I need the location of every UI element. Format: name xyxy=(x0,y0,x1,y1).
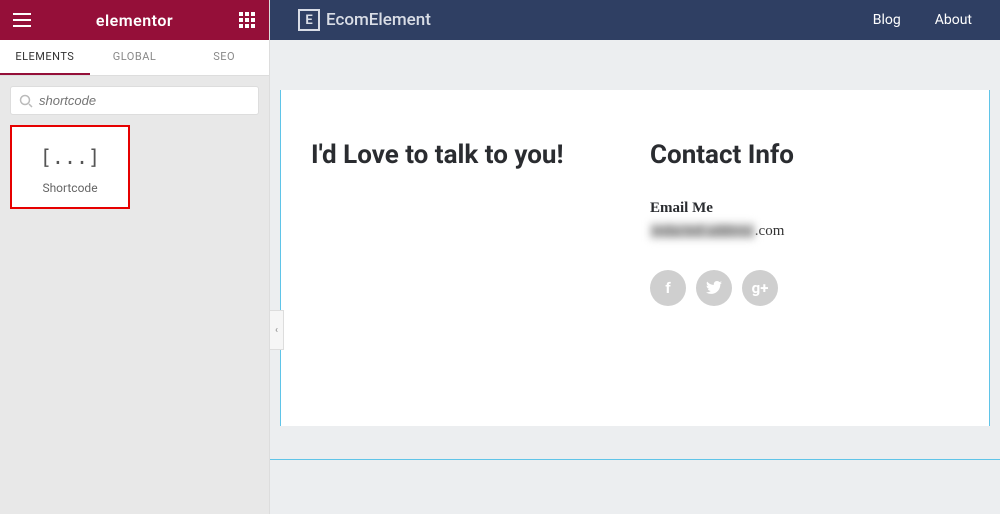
panel-collapse-handle[interactable]: ‹ xyxy=(270,310,284,350)
column-left[interactable]: I'd Love to talk to you! xyxy=(311,140,620,306)
email-redacted: redacted-address xyxy=(650,223,755,239)
email-suffix: .com xyxy=(755,223,785,239)
facebook-icon[interactable]: f xyxy=(650,270,686,306)
menu-icon[interactable] xyxy=(10,8,34,32)
twitter-icon[interactable] xyxy=(696,270,732,306)
tab-global[interactable]: GLOBAL xyxy=(90,40,180,75)
elementor-panel: elementor ELEMENTS GLOBAL SEO [...] xyxy=(0,0,270,514)
widget-label: Shortcode xyxy=(18,181,122,195)
right-heading: Contact Info xyxy=(650,140,959,170)
tab-seo[interactable]: SEO xyxy=(179,40,269,75)
search-icon xyxy=(19,94,33,108)
widget-list: [...] Shortcode xyxy=(0,125,269,209)
email-value: redacted-address.com xyxy=(650,223,959,240)
google-plus-icon[interactable]: g+ xyxy=(742,270,778,306)
tab-elements[interactable]: ELEMENTS xyxy=(0,40,90,75)
widget-shortcode[interactable]: [...] Shortcode xyxy=(10,125,130,209)
nav-about[interactable]: About xyxy=(935,12,972,28)
chevron-left-icon: ‹ xyxy=(275,325,278,336)
search-wrap xyxy=(0,76,269,125)
site-header: E EcomElement Blog About xyxy=(270,0,1000,40)
nav-blog[interactable]: Blog xyxy=(873,12,901,28)
panel-header: elementor xyxy=(0,0,269,40)
preview-area: E EcomElement Blog About I'd Love to tal… xyxy=(270,0,1000,514)
logo-mark-icon: E xyxy=(298,9,320,31)
social-links: f g+ xyxy=(650,270,959,306)
site-nav: Blog About xyxy=(873,12,972,28)
editable-section[interactable]: I'd Love to talk to you! Contact Info Em… xyxy=(280,90,990,426)
search-input[interactable] xyxy=(39,93,250,108)
section-outline-bottom xyxy=(270,459,1000,460)
search-box[interactable] xyxy=(10,86,259,115)
shortcode-icon: [...] xyxy=(18,145,122,169)
site-title: EcomElement xyxy=(326,10,431,30)
column-right[interactable]: Contact Info Email Me redacted-address.c… xyxy=(650,140,959,306)
left-heading: I'd Love to talk to you! xyxy=(311,140,620,170)
email-label: Email Me xyxy=(650,200,959,217)
panel-tabs: ELEMENTS GLOBAL SEO xyxy=(0,40,269,76)
apps-grid-icon[interactable] xyxy=(235,8,259,32)
page-body: I'd Love to talk to you! Contact Info Em… xyxy=(270,40,1000,436)
brand-logo: elementor xyxy=(96,11,173,30)
site-logo[interactable]: E EcomElement xyxy=(298,9,431,31)
